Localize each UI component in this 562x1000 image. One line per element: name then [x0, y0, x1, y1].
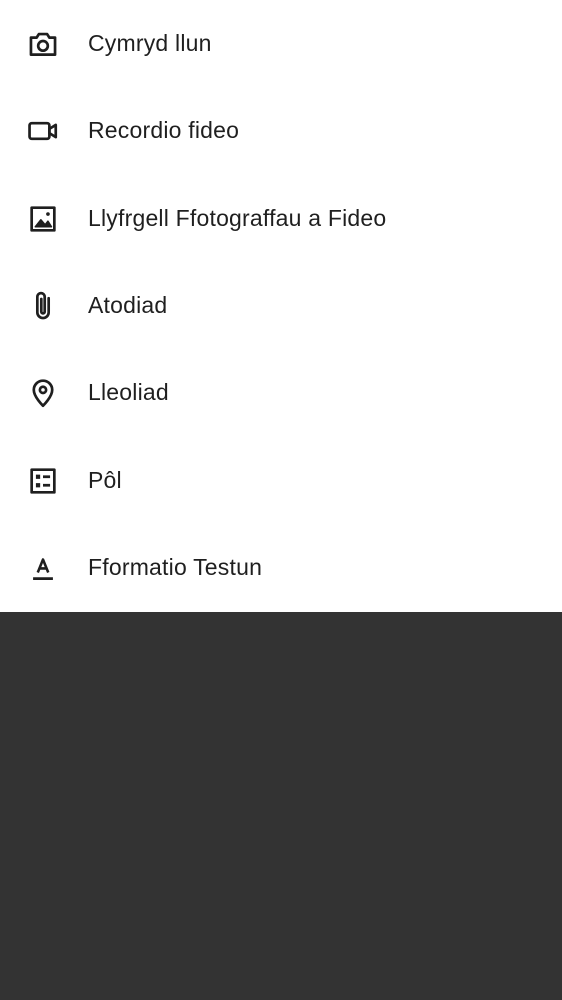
menu-item-poll[interactable]: Pôl: [0, 437, 562, 524]
menu-item-label: Atodiad: [88, 292, 168, 318]
text-format-icon: [26, 551, 60, 585]
menu-item-label: Cymryd llun: [88, 30, 212, 56]
attachment-menu-sheet: Cymryd llun Recordio fideo Llyfrgell Ffo…: [0, 0, 562, 612]
video-camera-icon: [26, 114, 60, 148]
location-pin-icon: [26, 376, 60, 410]
menu-item-label: Fformatio Testun: [88, 554, 263, 580]
poll-icon: [26, 464, 60, 498]
menu-item-location[interactable]: Lleoliad: [0, 349, 562, 436]
scrim-overlay[interactable]: [0, 612, 562, 1000]
menu-item-label: Llyfrgell Ffotograffau a Fideo: [88, 205, 387, 231]
menu-item-attachment[interactable]: Atodiad: [0, 262, 562, 349]
menu-item-text-formatting[interactable]: Fformatio Testun: [0, 524, 562, 611]
image-icon: [26, 202, 60, 236]
menu-item-record-video[interactable]: Recordio fideo: [0, 87, 562, 174]
menu-item-label: Pôl: [88, 467, 122, 493]
menu-item-take-photo[interactable]: Cymryd llun: [0, 0, 562, 87]
camera-icon: [26, 27, 60, 61]
menu-item-label: Lleoliad: [88, 379, 169, 405]
menu-item-photo-library[interactable]: Llyfrgell Ffotograffau a Fideo: [0, 175, 562, 262]
paperclip-icon: [26, 289, 60, 323]
menu-item-label: Recordio fideo: [88, 117, 240, 143]
